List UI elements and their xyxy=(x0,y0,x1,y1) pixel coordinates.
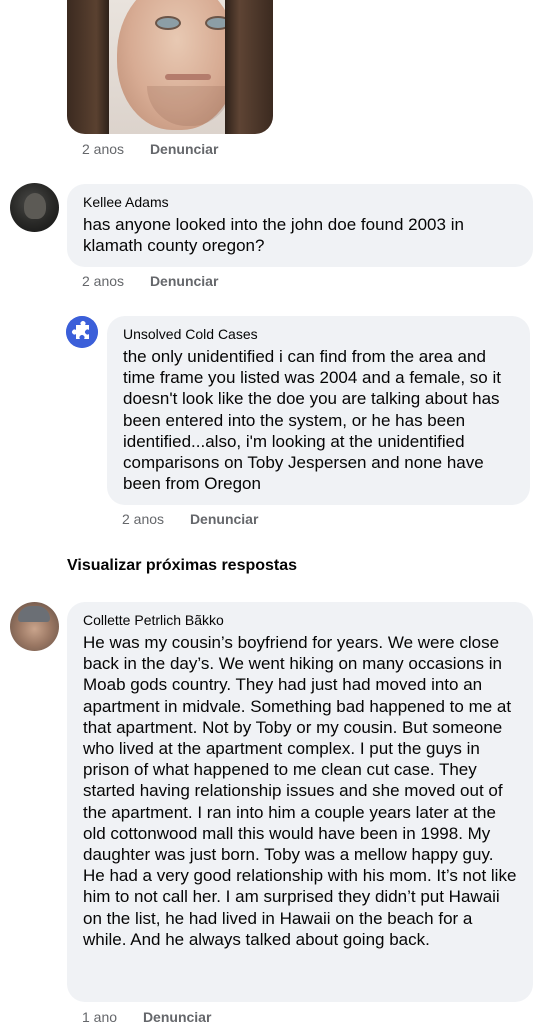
comment-author[interactable]: Kellee Adams xyxy=(83,194,517,210)
report-link[interactable]: Denunciar xyxy=(190,511,258,527)
comment-time[interactable]: 2 anos xyxy=(82,141,124,157)
comment-time[interactable]: 1 ano xyxy=(82,1009,117,1025)
comment-bubble: Kellee Adams has anyone looked into the … xyxy=(67,184,533,267)
report-link[interactable]: Denunciar xyxy=(150,273,218,289)
comment-meta: 1 ano Denunciar xyxy=(82,1009,211,1025)
comment-meta: 2 anos Denunciar xyxy=(82,273,218,289)
report-link[interactable]: Denunciar xyxy=(150,141,218,157)
puzzle-icon[interactable] xyxy=(66,316,98,348)
comment-text: He was my cousin’s boyfriend for years. … xyxy=(83,633,517,949)
photo-mouth xyxy=(165,74,211,80)
view-more-replies-link[interactable]: Visualizar próximas respostas xyxy=(67,557,297,575)
avatar-figure xyxy=(18,606,50,622)
comment-text: the only unidentified i can find from th… xyxy=(123,347,501,494)
comment-meta: 2 anos Denunciar xyxy=(122,511,258,527)
comment-author[interactable]: Unsolved Cold Cases xyxy=(123,326,514,342)
photo-hair-left xyxy=(67,0,109,134)
photo-hair-right xyxy=(225,0,273,134)
comment-time[interactable]: 2 anos xyxy=(82,273,124,289)
photo-eye-left xyxy=(155,16,181,30)
avatar[interactable] xyxy=(10,602,59,651)
comment-photo[interactable] xyxy=(67,0,273,134)
avatar-figure xyxy=(24,193,46,219)
puzzle-icon-glyph xyxy=(66,316,98,348)
comment-text: has anyone looked into the john doe foun… xyxy=(83,215,464,256)
comment-time[interactable]: 2 anos xyxy=(122,511,164,527)
report-link[interactable]: Denunciar xyxy=(143,1009,211,1025)
comment-bubble: Collette Petrlich Bãkko He was my cousin… xyxy=(67,602,533,1002)
comment-author[interactable]: Collette Petrlich Bãkko xyxy=(83,612,517,628)
reply-bubble: Unsolved Cold Cases the only unidentifie… xyxy=(107,316,530,505)
comment-meta: 2 anos Denunciar xyxy=(82,141,218,157)
avatar[interactable] xyxy=(10,183,59,232)
